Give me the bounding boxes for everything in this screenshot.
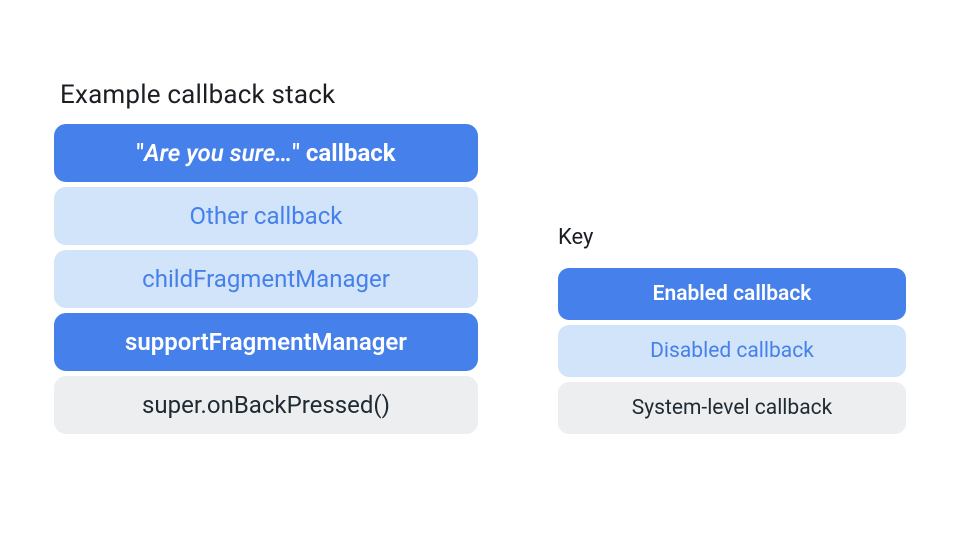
quote-close: " [292,139,300,167]
stack-item-label: childFragmentManager [142,265,390,293]
callback-stack: "Are you sure…" callback Other callback … [54,124,478,434]
key-item-label: Disabled callback [650,339,814,363]
key-item-disabled: Disabled callback [558,325,906,377]
stack-item-support-fragment-manager: supportFragmentManager [54,313,478,371]
key-item-system: System-level callback [558,382,906,434]
key-legend: Enabled callback Disabled callback Syste… [558,268,906,434]
key-title: Key [558,225,593,250]
key-item-enabled: Enabled callback [558,268,906,320]
key-item-label: System-level callback [632,396,833,420]
stack-item-are-you-sure: "Are you sure…" callback [54,124,478,182]
stack-item-super-on-back-pressed: super.onBackPressed() [54,376,478,434]
stack-title: Example callback stack [60,80,335,110]
rest-text: callback [300,139,396,167]
key-item-label: Enabled callback [653,282,812,306]
stack-item-label: "Are you sure…" callback [136,139,395,167]
italic-text: Are you sure… [144,139,292,167]
quote-open: " [136,139,144,167]
stack-item-other-callback: Other callback [54,187,478,245]
stack-item-label: super.onBackPressed() [142,391,390,419]
stack-item-label: supportFragmentManager [125,328,407,356]
stack-item-child-fragment-manager: childFragmentManager [54,250,478,308]
stack-item-label: Other callback [190,202,343,230]
diagram-canvas: Example callback stack "Are you sure…" c… [0,0,960,540]
